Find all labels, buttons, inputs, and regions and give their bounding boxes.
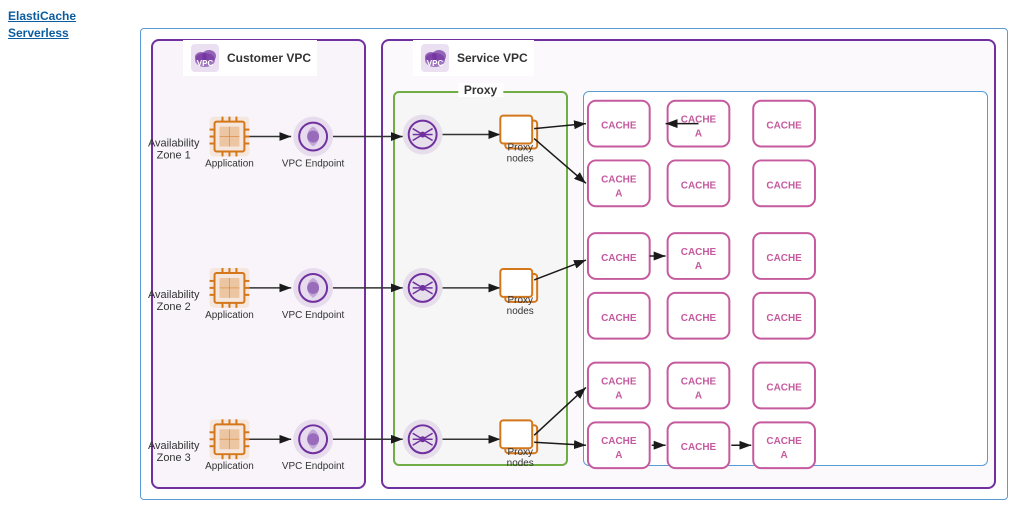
service-vpc-icon: VPC: [419, 42, 451, 74]
customer-vpc: VPC Customer VPC: [151, 39, 366, 489]
svg-text:VPC: VPC: [197, 59, 214, 68]
service-vpc-label: Service VPC: [457, 51, 528, 65]
proxy-box-label: Proxy: [458, 83, 503, 97]
service-vpc: VPC Service VPC Proxy: [381, 39, 996, 489]
customer-vpc-icon: VPC: [189, 42, 221, 74]
customer-vpc-label: Customer VPC: [227, 51, 311, 65]
outer-box: VPC Customer VPC VPC Service VPC Proxy: [140, 28, 1008, 500]
svg-text:VPC: VPC: [427, 59, 444, 68]
title: ElastiCache Serverless: [8, 8, 76, 42]
proxy-box: Proxy: [393, 91, 568, 466]
cache-box: [583, 91, 988, 466]
